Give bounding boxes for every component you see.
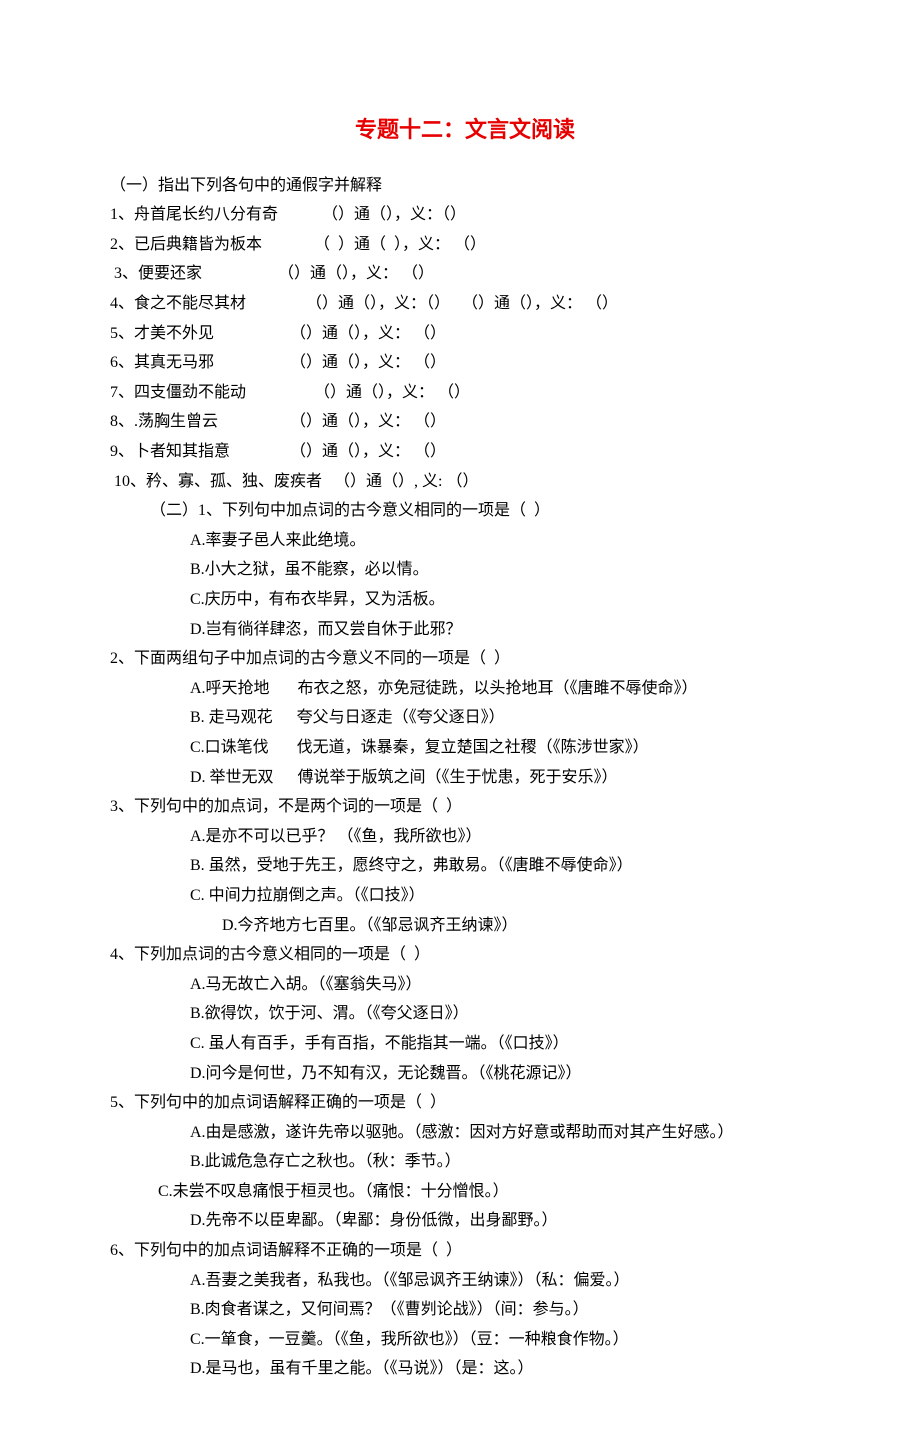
q6-opt-a: A.吾妻之美我者，私我也。（《邹忌讽齐王纳谏》）（私：偏爱。）	[110, 1266, 820, 1296]
s1-item-8: 8、.荡胸生曾云 （）通（），义： （）	[110, 407, 820, 437]
q5-opt-d: D.先帝不以臣卑鄙。（卑鄙：身份低微，出身鄙野。）	[110, 1206, 820, 1236]
q5-opt-c: C.未尝不叹息痛恨于桓灵也。（痛恨：十分憎恨。）	[110, 1177, 820, 1207]
q2-opt-c: C.口诛笔伐 伐无道，诛暴秦，复立楚国之社稷（《陈涉世家》）	[110, 733, 820, 763]
q4-stem: 4、下列加点词的古今意义相同的一项是（ ）	[110, 940, 820, 970]
q6-opt-b: B.肉食者谋之，又何间焉？（《曹刿论战》）（间：参与。）	[110, 1295, 820, 1325]
q4-opt-a: A.马无故亡入胡。（《塞翁失马》）	[110, 970, 820, 1000]
s1-item-3: 3、便要还家 （）通（），义： （）	[110, 259, 820, 289]
q6-opt-d: D.是马也，虽有千里之能。（《马说》）（是：这。）	[110, 1354, 820, 1384]
s1-item-9: 9、卜者知其指意 （）通（），义： （）	[110, 437, 820, 467]
s1-item-6: 6、其真无马邪 （）通（），义： （）	[110, 348, 820, 378]
q3-stem: 3、下列句中的加点词，不是两个词的一项是（ ）	[110, 792, 820, 822]
q2-opt-b: B. 走马观花 夸父与日逐走（《夸父逐日》）	[110, 703, 820, 733]
q3-opt-c: C. 中间力拉崩倒之声。（《口技》）	[110, 881, 820, 911]
q6-opt-c: C.一箪食，一豆羹。（《鱼，我所欲也》）（豆：一种粮食作物。）	[110, 1325, 820, 1355]
page-title: 专题十二：文言文阅读	[110, 110, 820, 151]
q2-opt-d: D. 举世无双 傅说举于版筑之间（《生于忧患，死于安乐》）	[110, 763, 820, 793]
q1-opt-c: C.庆历中，有布衣毕昇，又为活板。	[110, 585, 820, 615]
q1-stem: （二）1、下列句中加点词的古今意义相同的一项是（ ）	[110, 496, 820, 526]
q5-opt-b: B.此诚危急存亡之秋也。（秋：季节。）	[110, 1147, 820, 1177]
q6-stem: 6、下列句中的加点词语解释不正确的一项是（ ）	[110, 1236, 820, 1266]
s1-item-1: 1、舟首尾长约八分有奇 （）通（），义：（）	[110, 200, 820, 230]
q2-opt-a: A.呼天抢地 布衣之怒，亦免冠徒跣，以头抢地耳（《唐雎不辱使命》）	[110, 674, 820, 704]
s1-item-5: 5、才美不外见 （）通（），义： （）	[110, 319, 820, 349]
q5-stem: 5、下列句中的加点词语解释正确的一项是（ ）	[110, 1088, 820, 1118]
q1-opt-a: A.率妻子邑人来此绝境。	[110, 526, 820, 556]
q2-stem: 2、下面两组句子中加点词的古今意义不同的一项是（ ）	[110, 644, 820, 674]
q1-opt-d: D.岂有徜徉肆恣，而又尝自休于此邪？	[110, 615, 820, 645]
q3-opt-d: D.今齐地方七百里。（《邹忌讽齐王纳谏》）	[110, 911, 820, 941]
q5-opt-a: A.由是感激，遂许先帝以驱驰。（感激：因对方好意或帮助而对其产生好感。）	[110, 1118, 820, 1148]
s1-item-10: 10、矜、寡、孤、独、废疾者 （）通（）, 义: （）	[110, 467, 820, 497]
q1-opt-b: B.小大之狱，虽不能察，必以情。	[110, 555, 820, 585]
section1-heading: （一）指出下列各句中的通假字并解释	[110, 171, 820, 201]
q3-opt-a: A.是亦不可以已乎？ （《鱼，我所欲也》）	[110, 822, 820, 852]
q4-opt-b: B.欲得饮，饮于河、渭。（《夸父逐日》）	[110, 999, 820, 1029]
q4-opt-d: D.问今是何世，乃不知有汉，无论魏晋。（《桃花源记》）	[110, 1059, 820, 1089]
s1-item-2: 2、已后典籍皆为板本 （ ）通（ ），义： （）	[110, 230, 820, 260]
q3-opt-b: B. 虽然，受地于先王，愿终守之，弗敢易。（《唐雎不辱使命》）	[110, 851, 820, 881]
s1-item-7: 7、四支僵劲不能动 （）通（），义： （）	[110, 378, 820, 408]
s1-item-4: 4、食之不能尽其材 （）通（），义：（） （）通（），义： （）	[110, 289, 820, 319]
q4-opt-c: C. 虽人有百手，手有百指，不能指其一端。（《口技》）	[110, 1029, 820, 1059]
